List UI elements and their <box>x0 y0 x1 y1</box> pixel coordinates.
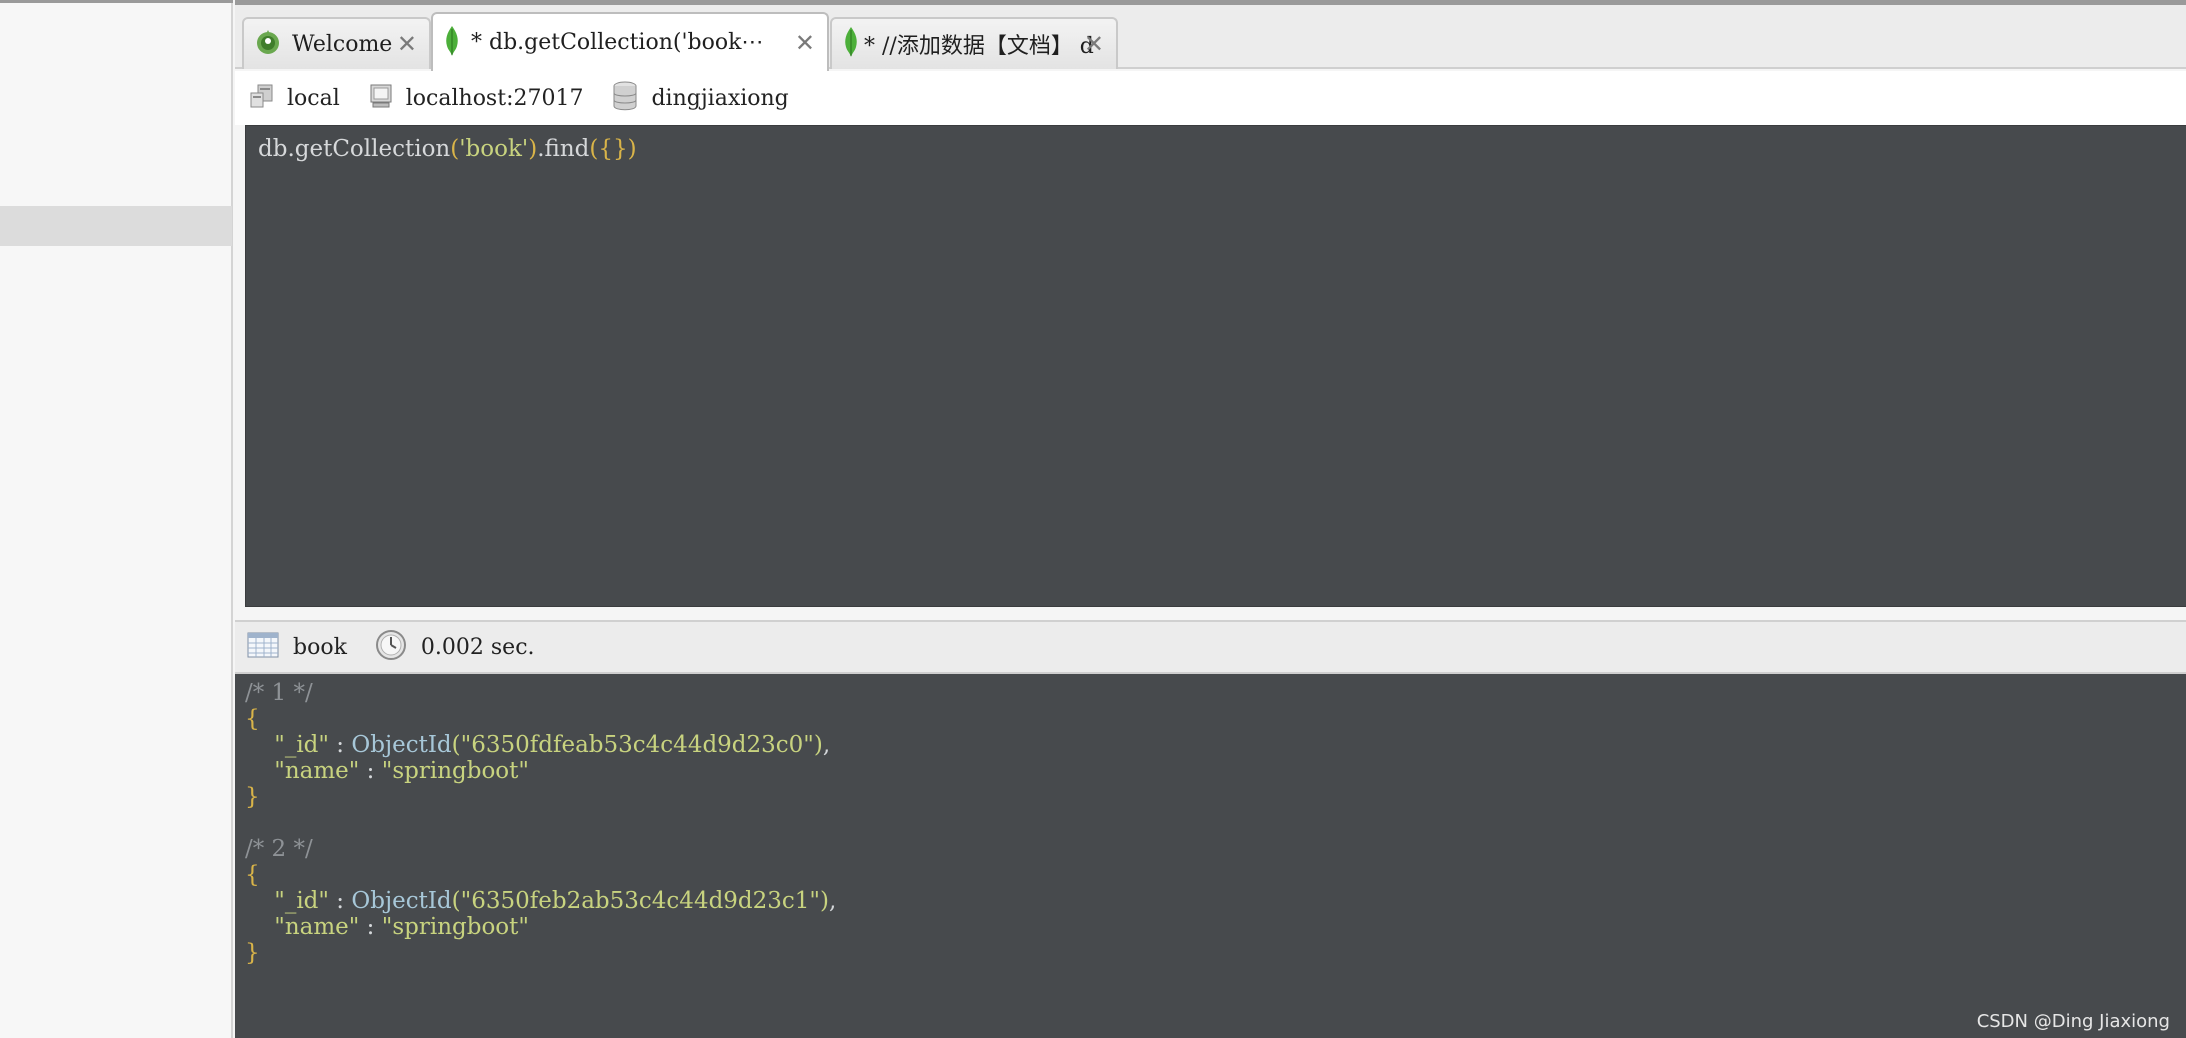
query-collection-arg: 'book' <box>459 136 529 162</box>
query-method: .find <box>537 136 590 162</box>
computer-icon <box>368 83 394 113</box>
left-sidebar <box>0 0 233 1038</box>
doc-separator: : <box>329 732 352 758</box>
doc-close-brace: } <box>245 940 260 966</box>
database-indicator[interactable]: dingjiaxiong <box>611 81 789 115</box>
query-close-paren: ) <box>528 136 538 162</box>
table-icon <box>247 632 279 662</box>
sidebar-top-border <box>0 0 233 3</box>
tab-welcome[interactable]: Welcome ✕ <box>242 17 431 69</box>
doc-id-value: ("6350feb2ab53c4c44d9d23c1") <box>451 888 829 914</box>
doc-name-value: "springboot" <box>381 914 529 940</box>
doc-name-value: "springboot" <box>381 758 529 784</box>
doc-comment: /* 2 */ <box>245 836 313 862</box>
result-panel[interactable]: /* 1 */ { "_id" : ObjectId("6350fdfeab53… <box>235 674 2186 1038</box>
server-indicator[interactable]: local <box>249 83 340 113</box>
doc-separator: : <box>359 914 382 940</box>
watermark: CSDN @Ding Jiaxiong <box>1976 1011 2170 1032</box>
tab-query-book[interactable]: * db.getCollection('book⋯ ✕ <box>431 12 829 71</box>
tab-add-data[interactable]: * //添加数据【文档】 db.⋯ ✕ <box>830 17 1118 69</box>
host-address: localhost:27017 <box>405 85 584 111</box>
doc-close-brace: } <box>245 784 260 810</box>
robomongo-logo-icon <box>254 28 282 60</box>
result-documents: /* 1 */ { "_id" : ObjectId("6350fdfeab53… <box>245 680 836 966</box>
sidebar-selected-row[interactable] <box>0 206 232 246</box>
doc-comma: , <box>822 732 831 758</box>
doc-open-brace: { <box>245 706 260 732</box>
mongo-leaf-icon <box>443 25 461 61</box>
server-icon <box>249 83 275 113</box>
result-header: book 0.002 sec. <box>235 620 2186 674</box>
doc-id-func: ObjectId <box>351 888 452 914</box>
close-icon[interactable]: ✕ <box>1084 30 1104 58</box>
server-name: local <box>287 85 340 111</box>
doc-comma: , <box>828 888 837 914</box>
query-editor[interactable]: db.getCollection('book').find({}) <box>245 125 2186 607</box>
query-text[interactable]: db.getCollection('book').find({}) <box>258 132 637 166</box>
query-prefix: db.getCollection <box>258 136 451 162</box>
result-elapsed-time: 0.002 sec. <box>420 634 535 660</box>
doc-name-key: "name" <box>274 758 360 784</box>
connection-bar: local localhost:27017 dingjiaxiong <box>235 71 2186 125</box>
tab-label: * //添加数据【文档】 db.⋯ <box>864 34 1094 59</box>
tab-bar: Welcome ✕ * db.getCollection('book⋯ ✕ * … <box>235 5 2186 71</box>
tab-label: Welcome <box>292 31 393 57</box>
database-name: dingjiaxiong <box>651 85 789 111</box>
doc-comment: /* 1 */ <box>245 680 313 706</box>
doc-id-key: "_id" <box>274 732 329 758</box>
doc-id-value: ("6350fdfeab53c4c44d9d23c0") <box>451 732 823 758</box>
doc-id-func: ObjectId <box>351 732 452 758</box>
close-icon[interactable]: ✕ <box>397 30 417 58</box>
clock-icon <box>375 629 407 665</box>
close-icon[interactable]: ✕ <box>795 29 815 57</box>
result-collection-name: book <box>293 634 347 660</box>
main-area: Welcome ✕ * db.getCollection('book⋯ ✕ * … <box>235 0 2186 1038</box>
doc-open-brace: { <box>245 862 260 888</box>
query-method-args: ({}) <box>589 136 637 162</box>
mongo-leaf-icon <box>842 26 860 62</box>
database-icon <box>611 81 639 115</box>
result-time: 0.002 sec. <box>375 629 535 665</box>
doc-separator: : <box>329 888 352 914</box>
host-indicator[interactable]: localhost:27017 <box>368 83 584 113</box>
doc-name-key: "name" <box>274 914 360 940</box>
doc-id-key: "_id" <box>274 888 329 914</box>
result-collection[interactable]: book <box>247 632 347 662</box>
tab-label: * db.getCollection('book⋯ <box>471 30 764 55</box>
query-open-paren: ( <box>450 136 460 162</box>
doc-separator: : <box>359 758 382 784</box>
